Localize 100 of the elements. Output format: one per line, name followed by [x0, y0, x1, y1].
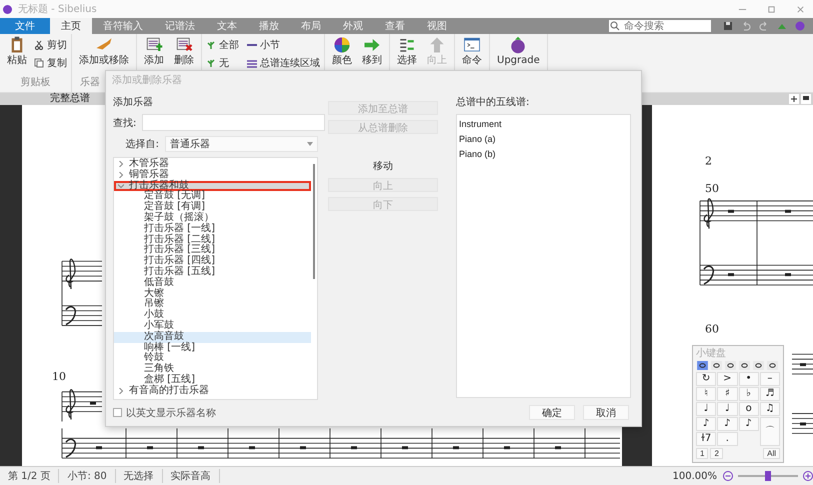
tree-item[interactable]: 铜管乐器	[114, 170, 311, 181]
plus-icon[interactable]	[789, 94, 799, 104]
dialog-title: 添加或删除乐器	[111, 74, 183, 88]
tree-item[interactable]: 大镲	[114, 288, 311, 300]
search-icon	[609, 20, 621, 32]
chevron-icon[interactable]	[118, 388, 124, 394]
tree-item[interactable]: 打击乐器 [一线]	[114, 224, 311, 235]
tree-item[interactable]: 铃鼓	[114, 353, 311, 364]
tree-item[interactable]: 打击乐器 [四线]	[114, 256, 311, 267]
field-label: 查找:	[113, 116, 136, 130]
ribbon-button[interactable]: 选择	[394, 36, 420, 66]
window-icon[interactable]	[801, 94, 811, 104]
ribbon-button[interactable]: 添加或移除	[76, 36, 132, 66]
ribbon-button[interactable]: 剪切	[34, 38, 67, 52]
copy-icon	[34, 58, 44, 68]
keypad-key[interactable]: ♯	[717, 387, 738, 401]
chevron-icon[interactable]	[118, 182, 124, 189]
tree-item[interactable]: 打击乐器 [五线]	[114, 266, 311, 278]
ribbon-button[interactable]: 删除	[171, 36, 197, 66]
ribbon-button[interactable]: 无	[206, 56, 239, 70]
group-label: 乐器	[79, 76, 100, 89]
status-text: 实际音高	[162, 469, 220, 483]
ribbon-button[interactable]: 命令	[459, 36, 485, 66]
tree-item[interactable]: 低音鼓	[114, 278, 311, 289]
tree-item[interactable]: 有音高的打击乐器	[114, 386, 311, 397]
keypad-title: 小键盘	[696, 348, 727, 359]
redo-icon[interactable]	[759, 21, 769, 31]
ribbon-button[interactable]: 总谱连续区域	[247, 56, 320, 70]
keypad-key[interactable]: –	[760, 372, 780, 386]
tree-item[interactable]: 三角铁	[114, 364, 311, 375]
ribbon-button[interactable]: 复制	[34, 56, 67, 70]
keypad-key[interactable]: ♫	[760, 402, 780, 416]
caret-icon	[307, 142, 313, 146]
tree-item[interactable]: 盒梆 [五线]	[114, 374, 311, 386]
keypad-key[interactable]: •	[738, 372, 759, 386]
zoom-out-icon[interactable]	[723, 471, 733, 481]
save-icon[interactable]	[723, 21, 733, 31]
keypad-key[interactable]: ↻	[696, 372, 716, 386]
checkbox[interactable]	[113, 408, 122, 417]
ribbon-button[interactable]: 移到	[359, 36, 385, 66]
find-field[interactable]	[142, 114, 326, 131]
staff-item[interactable]: Piano (a)	[459, 132, 628, 147]
move-label: 移动	[372, 160, 394, 173]
zoom-reading: 100.00%	[672, 470, 717, 482]
keypad-mode-icon[interactable]	[710, 361, 723, 370]
keypad-key[interactable]: .	[717, 432, 738, 446]
measure-number: 60	[705, 322, 719, 336]
keypad-key[interactable]: ♬	[760, 387, 780, 401]
tree-item[interactable]: 小军鼓	[114, 320, 311, 332]
tree-item[interactable]: 次高音鼓	[114, 332, 311, 343]
sprig-icon	[206, 58, 216, 68]
zoom-in-icon[interactable]	[803, 471, 813, 481]
layout-button[interactable]: 2	[710, 448, 723, 459]
keypad-key[interactable]: ♪	[696, 417, 716, 431]
keypad-key[interactable]: ⌒	[760, 417, 780, 446]
field-label: 选择自:	[124, 138, 159, 151]
tree-item[interactable]: 小鼓	[114, 310, 311, 321]
keypad-key[interactable]: ♪	[738, 417, 759, 431]
keypad-key[interactable]: >	[717, 372, 738, 386]
keypad-mode-icon[interactable]	[724, 361, 737, 370]
cancel-button[interactable]: 取消	[583, 405, 629, 420]
ribbon-button[interactable]: 粘贴	[4, 36, 30, 66]
keypad-mode-icon[interactable]	[766, 361, 779, 370]
keypad-key[interactable]: ♪	[717, 417, 738, 431]
scissors-icon	[34, 40, 44, 50]
keypad-key[interactable]: ♭	[738, 387, 759, 401]
staff-item[interactable]: Instrument	[459, 117, 628, 132]
color-wheel-icon	[333, 36, 351, 54]
score-tab[interactable]: 完整总谱	[50, 93, 90, 105]
zoom-slider-thumb[interactable]	[765, 471, 771, 481]
keypad-mode-icon[interactable]	[696, 361, 709, 370]
tree-item[interactable]: 定音鼓 [有调]	[114, 202, 311, 213]
ribbon-button[interactable]: 全部	[206, 38, 239, 52]
choose-dropdown[interactable]: 普通乐器	[165, 136, 318, 152]
layout-button[interactable]: 1	[696, 448, 708, 459]
close-icon[interactable]	[796, 4, 805, 14]
ok-button[interactable]: 确定	[529, 405, 575, 420]
menu-tab[interactable]: 文件	[0, 18, 50, 34]
keypad-key[interactable]: ♩	[696, 402, 716, 416]
ribbon-button[interactable]: Upgrade	[494, 36, 543, 66]
keypad-key[interactable]: ♩	[717, 402, 738, 416]
maximize-icon[interactable]	[767, 4, 776, 14]
keypad-mode-icon[interactable]	[738, 361, 751, 370]
tree-item[interactable]: 架子鼓（摇滚）	[114, 212, 311, 224]
chevron-icon[interactable]	[118, 172, 124, 178]
all-button[interactable]: All	[763, 448, 780, 459]
ribbon-button[interactable]: 颜色	[329, 36, 355, 66]
search-field[interactable]: 命令搜索	[621, 20, 711, 32]
undo-icon[interactable]	[741, 21, 751, 31]
keypad-key[interactable]: o	[738, 402, 759, 416]
ribbon-button[interactable]: 小节	[247, 38, 320, 52]
staff-item[interactable]: Piano (b)	[459, 147, 628, 162]
chevron-icon[interactable]	[118, 161, 124, 168]
keypad-mode-icon[interactable]	[752, 361, 765, 370]
keypad-key[interactable]: ♮	[696, 387, 716, 401]
status-text: 小节: 80	[59, 469, 116, 483]
ribbon-button[interactable]: 添加	[141, 36, 167, 66]
keypad-key[interactable]: ɫ7	[696, 432, 716, 446]
tree-item[interactable]: 木管乐器	[114, 159, 311, 170]
menu-tab[interactable]: 主页	[50, 18, 92, 34]
